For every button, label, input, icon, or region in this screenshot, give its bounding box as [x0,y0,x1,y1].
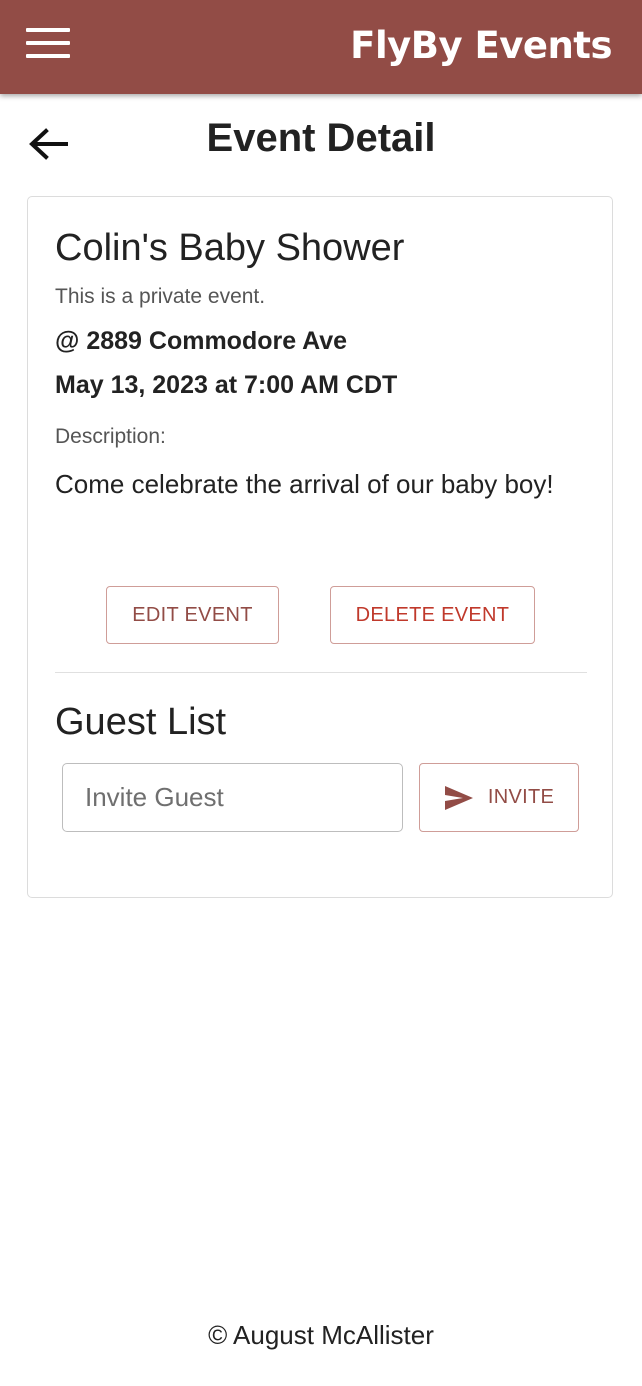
invite-button-label: INVITE [487,786,555,808]
invite-button[interactable]: INVITE [419,763,579,832]
event-address: @ 2889 Commodore Ave [55,327,348,355]
divider [55,672,587,673]
invite-guest-input[interactable] [62,763,403,832]
app-bar: FlyBy Events [0,0,642,94]
event-description: Come celebrate the arrival of our baby b… [55,469,554,499]
event-title: Colin's Baby Shower [55,227,405,269]
edit-event-button[interactable]: EDIT EVENT [106,586,279,644]
footer-copyright: © August McAllister [208,1320,434,1350]
guest-list-title: Guest List [55,701,227,743]
delete-event-button[interactable]: DELETE EVENT [330,586,535,644]
hamburger-menu-icon[interactable] [26,28,70,60]
event-detail-card: Colin's Baby Shower This is a private ev… [27,196,613,898]
event-privacy-text: This is a private event. [55,285,266,308]
send-icon [444,785,474,811]
app-brand-title[interactable]: FlyBy Events [350,24,612,67]
event-datetime: May 13, 2023 at 7:00 AM CDT [55,371,398,399]
page-title: Event Detail [206,116,436,160]
description-label: Description: [55,425,166,448]
